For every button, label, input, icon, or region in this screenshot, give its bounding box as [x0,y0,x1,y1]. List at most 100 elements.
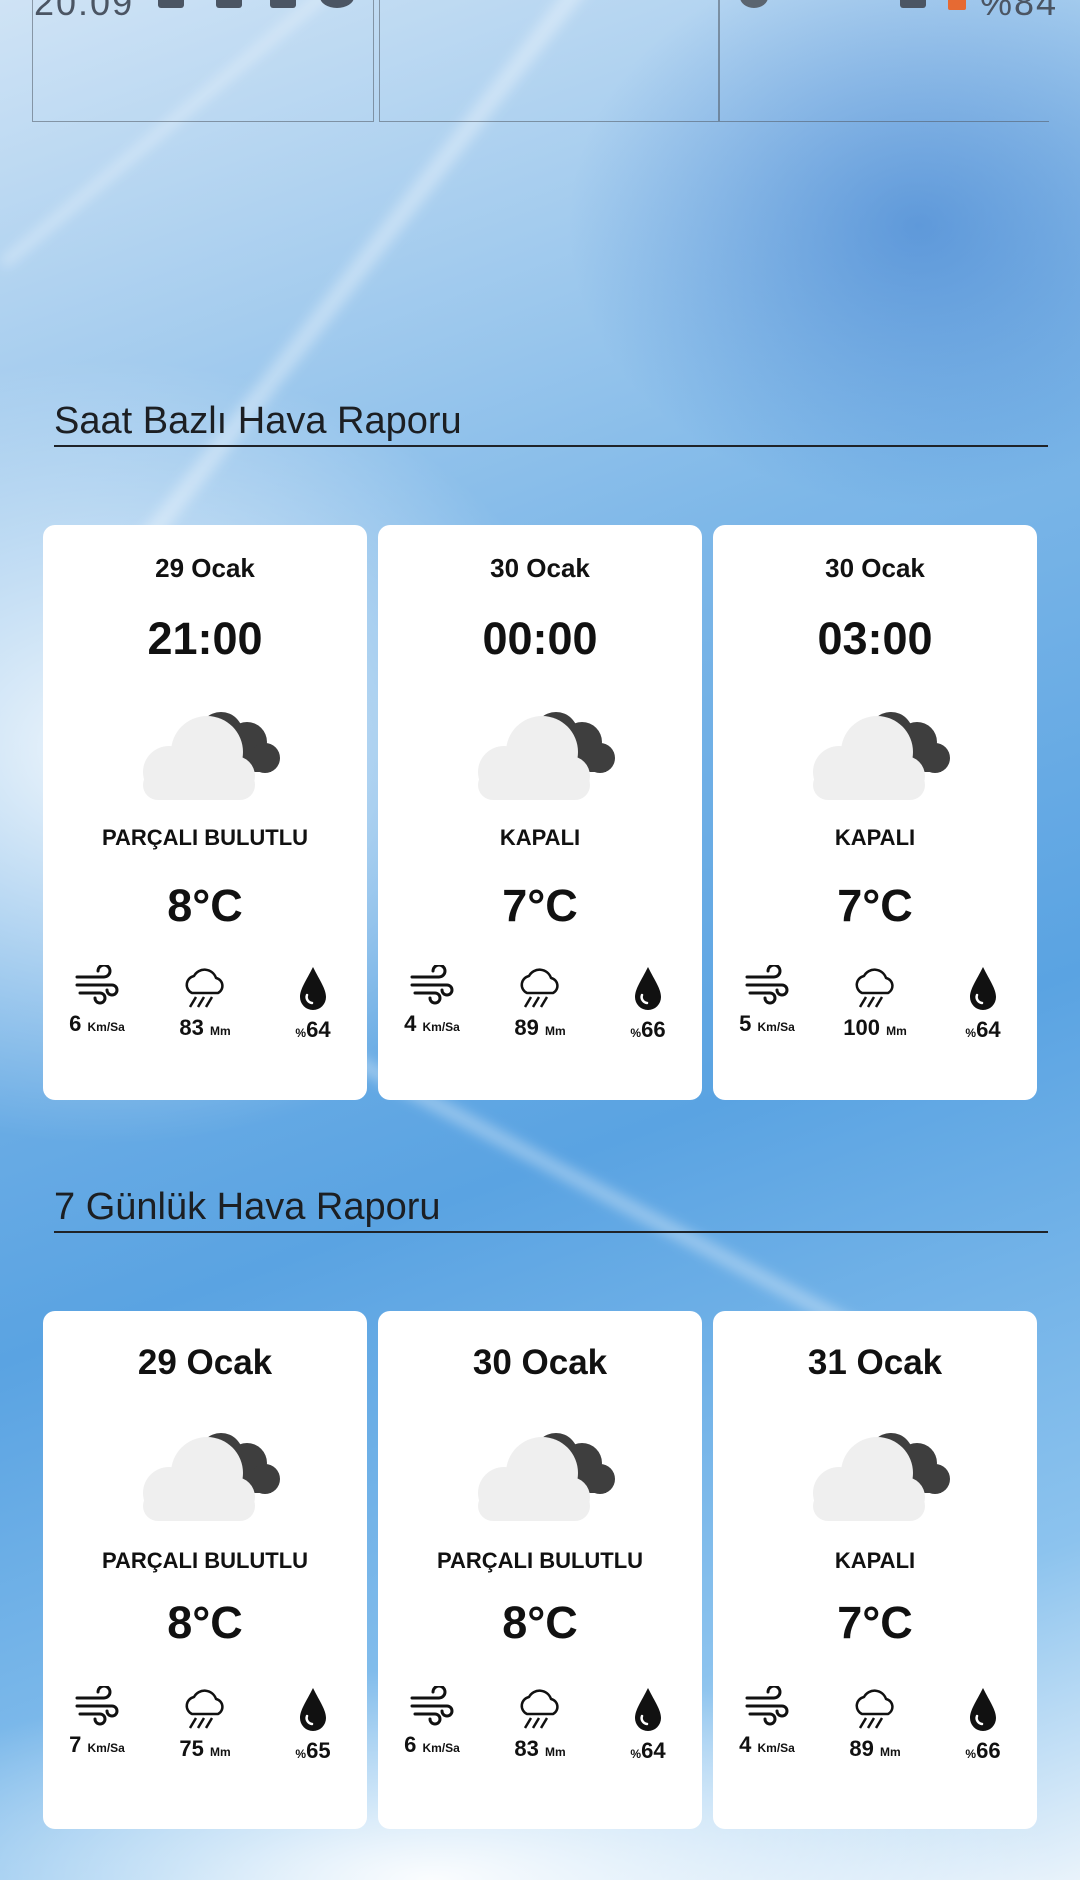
card-temperature: 8°C [167,1597,243,1648]
card-temperature: 8°C [167,880,243,931]
rain-unit: Mm [544,1745,566,1759]
wind-value: 6 [69,1011,82,1036]
daily-section-title: 7 Günlük Hava Raporu [54,1186,1048,1233]
wind-icon [745,1686,789,1726]
weather-stats: 4 Km/Sa 89 Mm %66 [378,965,702,1065]
card-time: 00:00 [482,613,598,664]
rain-value: 83 [514,1736,539,1761]
weather-stats: 6 Km/Sa 83 Mm %64 [378,1686,702,1786]
rain-cloud-icon [855,968,894,1008]
hourly-forecast-card[interactable]: 30 Ocak 00:00 KAPALI 7°C 4 Km/Sa 89 Mm %66 [378,525,702,1100]
wind-icon [410,1686,454,1726]
humidity-stat: %66 [598,965,698,1043]
wind-unit: Km/Sa [87,1020,125,1034]
rain-unit: Mm [209,1745,231,1759]
humidity-prefix: % [630,1026,642,1040]
humidity-value: 64 [976,1017,1001,1042]
card-condition: PARÇALI BULUTLU [436,1548,644,1573]
wind-value: 4 [739,1732,752,1757]
cube-icon [270,0,296,8]
card-time: 03:00 [817,613,933,664]
partly-cloudy-night-icon [478,1433,615,1521]
humidity-drop-icon [970,967,996,1010]
notification-icon [216,0,242,8]
card-condition: KAPALI [834,825,916,850]
wind-value: 7 [69,1732,82,1757]
humidity-drop-icon [300,1688,326,1731]
wind-icon [75,965,119,1005]
humidity-stat: %64 [933,965,1033,1043]
rain-stat: 83 Mm [155,965,255,1041]
wind-icon [410,965,454,1005]
wind-value: 4 [404,1011,417,1036]
weather-stats: 5 Km/Sa 100 Mm %64 [713,965,1037,1065]
status-bar: 20:09 %84 [0,0,1080,122]
rain-stat: 89 Mm [490,965,590,1041]
partly-cloudy-night-icon [143,1433,280,1521]
humidity-stat: %64 [263,965,363,1043]
weather-stats: 6 Km/Sa 83 Mm %64 [43,965,367,1065]
card-date: 29 Ocak [155,553,255,583]
rain-cloud-icon [520,1689,559,1729]
hourly-forecast-card[interactable]: 29 Ocak 21:00 PARÇALI BULUTLU 8°C 6 Km/Sa 83 … [43,525,367,1100]
hourly-section-title: Saat Bazlı Hava Raporu [54,400,1048,447]
wind-value: 6 [404,1732,417,1757]
card-condition: KAPALI [834,1548,916,1573]
wind-unit: Km/Sa [87,1741,125,1755]
wind-icon [745,965,789,1005]
card-condition: PARÇALI BULUTLU [101,825,309,850]
wind-stat: 5 Km/Sa [717,965,817,1037]
partly-cloudy-night-icon [813,1433,950,1521]
wind-stat: 7 Km/Sa [47,1686,147,1758]
card-temperature: 8°C [502,1597,578,1648]
humidity-value: 64 [641,1738,666,1763]
weather-stats: 4 Km/Sa 89 Mm %66 [713,1686,1037,1786]
wind-unit: Km/Sa [757,1741,795,1755]
wind-stat: 4 Km/Sa [717,1686,817,1758]
humidity-prefix: % [630,1747,642,1761]
rain-value: 100 [843,1015,880,1040]
daily-forecast-card[interactable]: 31 Ocak KAPALI 7°C 4 Km/Sa 89 Mm %66 [713,1311,1037,1829]
humidity-value: 66 [641,1017,666,1042]
rain-unit: Mm [886,1024,907,1038]
humidity-value: 66 [976,1738,1001,1763]
rain-stat: 83 Mm [490,1686,590,1762]
wind-stat: 4 Km/Sa [382,965,482,1037]
card-temperature: 7°C [502,880,578,931]
partly-cloudy-night-icon [478,712,615,800]
card-condition: KAPALI [499,825,581,850]
wind-unit: Km/Sa [422,1020,460,1034]
wind-unit: Km/Sa [757,1020,795,1034]
daily-forecast-card[interactable]: 30 Ocak PARÇALI BULUTLU 8°C 6 Km/Sa 83 Mm %64 [378,1311,702,1829]
status-panel-center [379,0,719,122]
card-date: 30 Ocak [825,553,925,583]
humidity-drop-icon [300,967,326,1010]
rain-cloud-icon [185,968,224,1008]
rain-cloud-icon [185,1689,224,1729]
card-condition: PARÇALI BULUTLU [101,1548,309,1573]
humidity-drop-icon [635,967,661,1010]
rain-stat: 100 Mm [825,965,925,1041]
status-time: 20:09 [34,0,135,23]
wind-icon [75,1686,119,1726]
hourly-forecast-card[interactable]: 30 Ocak 03:00 KAPALI 7°C 5 Km/Sa 100 Mm %64 [713,525,1037,1100]
card-time: 21:00 [147,613,263,664]
daily-forecast-card[interactable]: 29 Ocak PARÇALI BULUTLU 8°C 7 Km/Sa 75 Mm %65 [43,1311,367,1829]
partly-cloudy-night-icon [813,712,950,800]
rain-stat: 75 Mm [155,1686,255,1762]
card-date: 30 Ocak [490,553,590,583]
rain-value: 89 [849,1736,874,1761]
partly-cloudy-night-icon [143,712,280,800]
card-temperature: 7°C [837,1597,913,1648]
humidity-prefix: % [965,1026,977,1040]
humidity-stat: %64 [598,1686,698,1764]
rain-stat: 89 Mm [825,1686,925,1762]
wind-unit: Km/Sa [422,1741,460,1755]
battery-icon [948,0,966,10]
humidity-prefix: % [965,1747,977,1761]
humidity-drop-icon [970,1688,996,1731]
card-date: 30 Ocak [472,1343,608,1382]
rain-cloud-icon [855,1689,894,1729]
humidity-value: 64 [306,1017,331,1042]
rain-unit: Mm [879,1745,901,1759]
